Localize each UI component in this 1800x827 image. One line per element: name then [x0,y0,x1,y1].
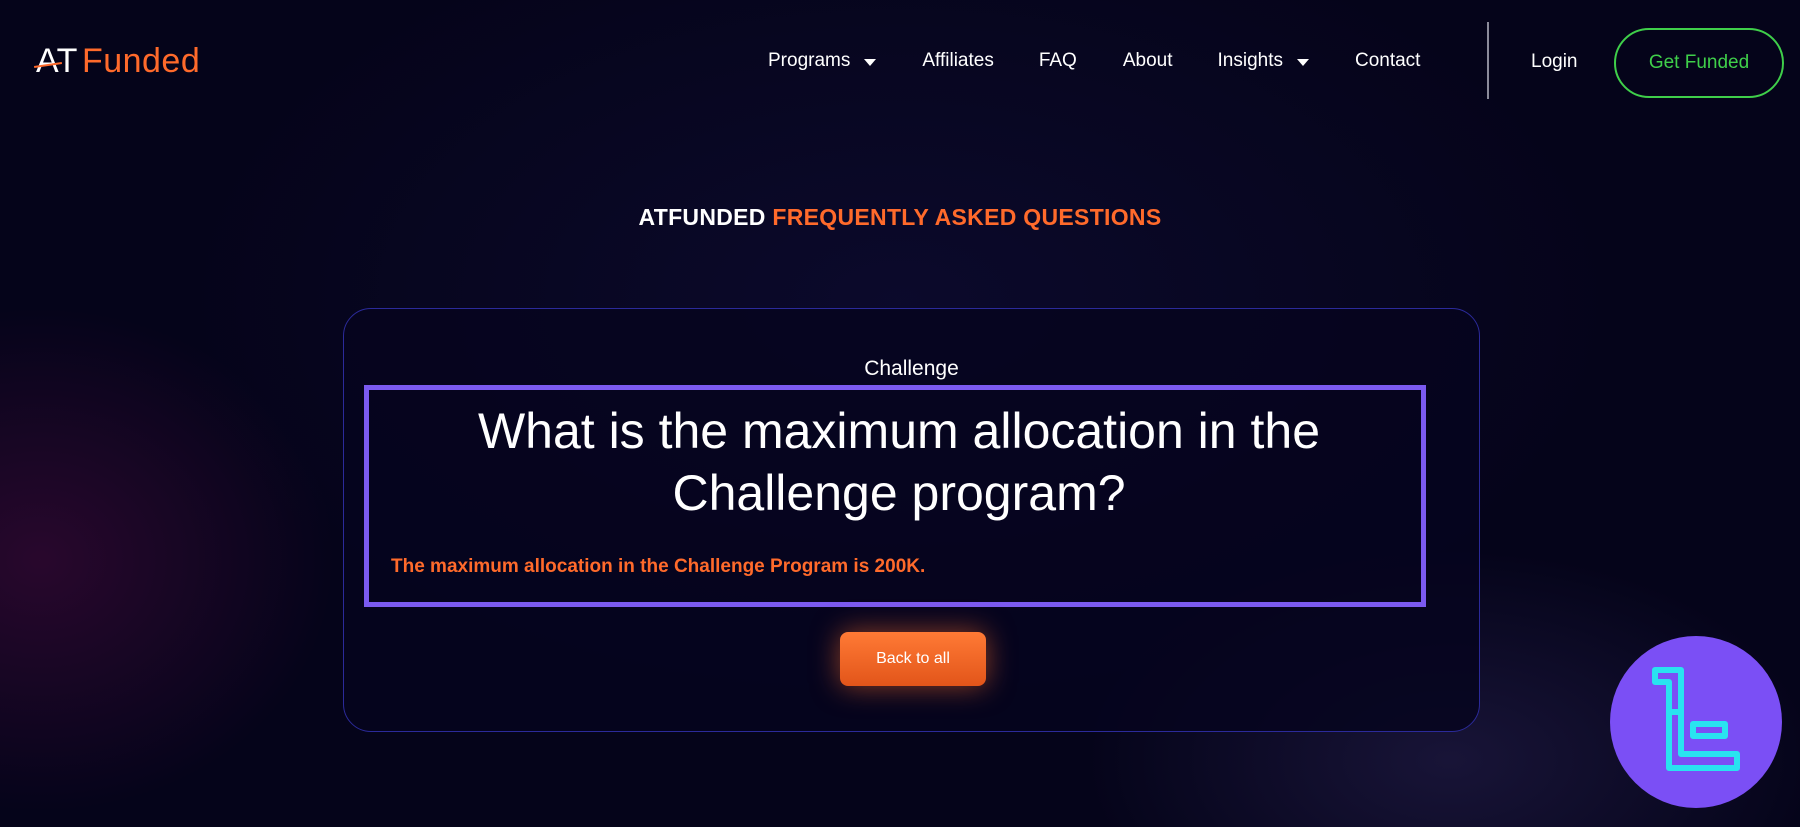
nav-item-about[interactable]: About [1123,50,1173,72]
faq-answer: The maximum allocation in the Challenge … [391,556,926,577]
get-funded-button[interactable]: Get Funded [1614,28,1784,98]
login-link[interactable]: Login [1531,51,1578,73]
nav-item-label: Insights [1217,50,1283,71]
faq-category: Challenge [864,357,959,380]
nav-item-faq[interactable]: FAQ [1039,50,1077,72]
nav-item-programs[interactable]: Programs [768,50,877,72]
back-to-all-button[interactable]: Back to all [840,632,986,686]
nav-item-label: Contact [1354,50,1421,71]
nav-item-insights[interactable]: Insights [1218,50,1309,72]
page: AT Funded Programs Affiliates FAQ About I… [0,0,1800,827]
chevron-down-icon [864,58,877,66]
nav-item-label: Programs [768,50,851,71]
nav-item-label: About [1122,50,1173,71]
highlight-box: What is the maximum allocation in the Ch… [364,385,1426,607]
tradingfinder-logo-icon [1610,636,1782,808]
faq-question: What is the maximum allocation in the Ch… [477,403,1321,521]
logo-text-funded: Funded [81,42,201,80]
section-heading: ATFUNDED FREQUENTLY ASKED QUESTIONS [0,204,1800,231]
main-nav: Programs Affiliates FAQ About Insights C… [768,50,1420,72]
chevron-down-icon [1296,58,1309,66]
nav-item-affiliates[interactable]: Affiliates [922,50,993,72]
logo-text-at: AT [36,42,78,80]
nav-item-label: Affiliates [922,50,994,71]
site-logo[interactable]: AT Funded [36,42,200,81]
badge-glyph [1652,667,1740,771]
nav-item-label: FAQ [1038,50,1077,71]
nav-item-contact[interactable]: Contact [1355,50,1420,72]
section-heading-title: FREQUENTLY ASKED QUESTIONS [772,204,1162,230]
faq-card: Challenge What is the maximum allocation… [343,308,1480,732]
section-heading-brand: ATFUNDED [638,204,766,230]
nav-divider [1487,22,1489,99]
